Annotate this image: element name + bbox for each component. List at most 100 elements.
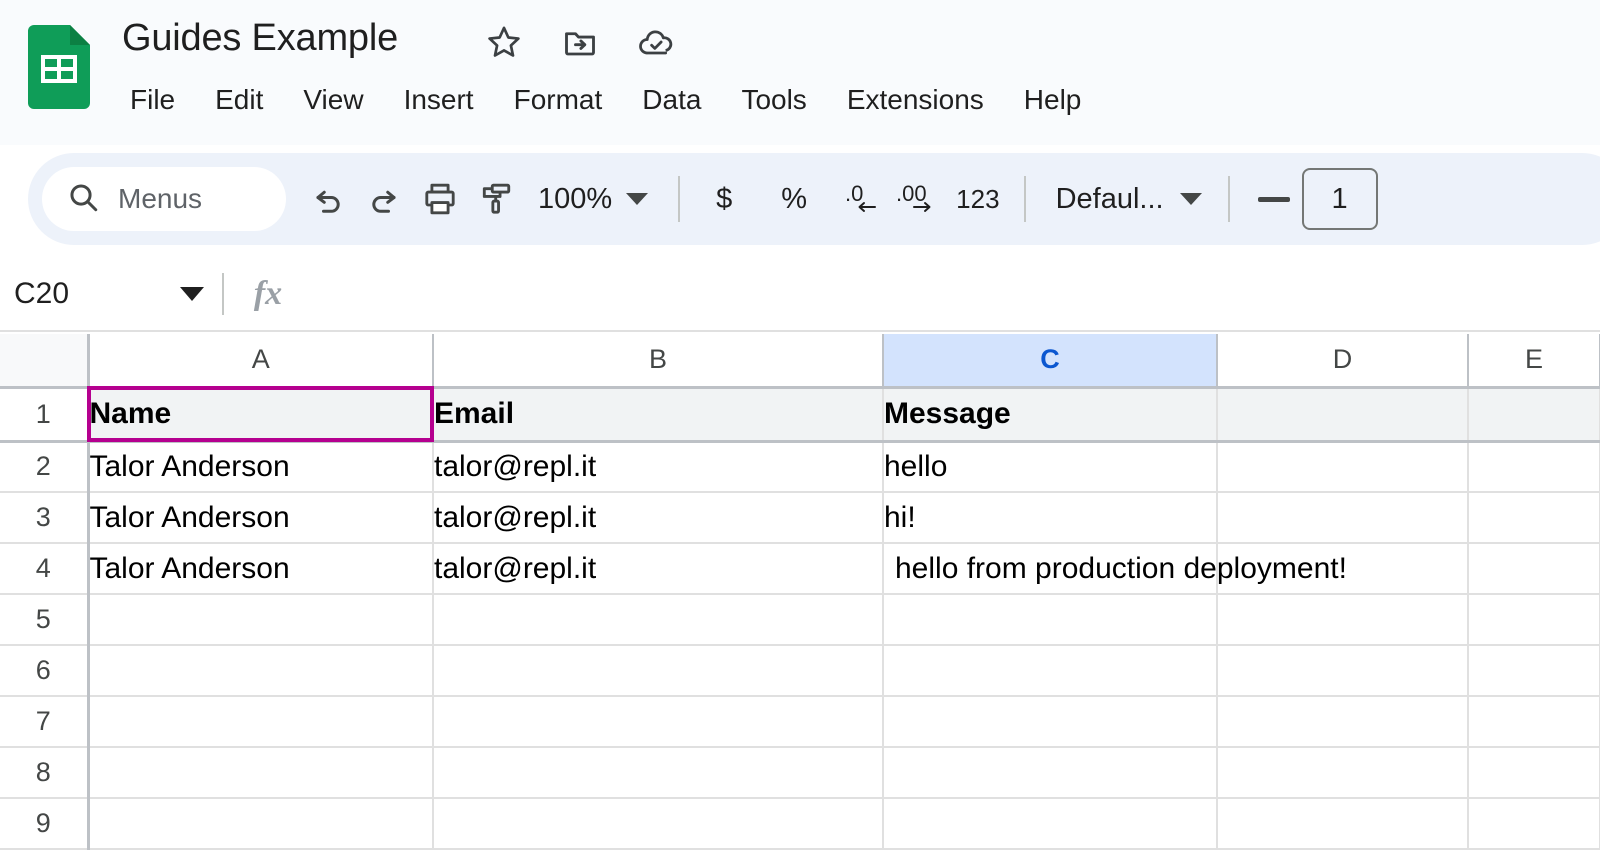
column-header-a[interactable]: A [88, 334, 433, 387]
paint-format-button[interactable] [468, 171, 524, 227]
cell-e7[interactable] [1468, 696, 1600, 747]
increase-decimal-button[interactable]: .00 [892, 171, 948, 227]
cell-d6[interactable] [1217, 645, 1468, 696]
document-title[interactable]: Guides Example [122, 12, 398, 64]
cell-e5[interactable] [1468, 594, 1600, 645]
menu-item-format[interactable]: Format [494, 78, 623, 122]
column-header-b[interactable]: B [433, 334, 883, 387]
cell-a9[interactable] [88, 798, 433, 849]
cell-d9[interactable] [1217, 798, 1468, 849]
cell-b5[interactable] [433, 594, 883, 645]
cell-b6[interactable] [433, 645, 883, 696]
cell-d2[interactable] [1217, 441, 1468, 492]
cell-a8[interactable] [88, 747, 433, 798]
row-header-7[interactable]: 7 [0, 696, 88, 747]
chevron-down-icon[interactable] [180, 287, 204, 301]
google-sheets-window: Guides Example [0, 0, 1600, 867]
decrease-font-size-button[interactable] [1246, 171, 1302, 227]
cell-a3[interactable]: Talor Anderson [88, 492, 433, 543]
row-header-9[interactable]: 9 [0, 798, 88, 849]
menu-item-help[interactable]: Help [1004, 78, 1102, 122]
cell-d7[interactable] [1217, 696, 1468, 747]
menu-search-placeholder: Menus [118, 184, 202, 214]
cell-e3[interactable] [1468, 492, 1600, 543]
cell-d5[interactable] [1217, 594, 1468, 645]
cell-b4[interactable]: talor@repl.it [433, 543, 883, 594]
select-all-corner[interactable] [0, 334, 88, 387]
cell-e1[interactable] [1468, 387, 1600, 441]
menu-item-view[interactable]: View [283, 78, 383, 122]
sheets-logo-icon[interactable] [28, 25, 90, 109]
row-header-2[interactable]: 2 [0, 441, 88, 492]
cell-c2[interactable]: hello [883, 441, 1217, 492]
cell-a1[interactable]: Name [88, 387, 433, 441]
cell-e6[interactable] [1468, 645, 1600, 696]
chevron-down-icon [1180, 193, 1202, 205]
cell-c5[interactable] [883, 594, 1217, 645]
cell-c9[interactable] [883, 798, 1217, 849]
svg-text:.00: .00 [896, 181, 927, 206]
cell-e8[interactable] [1468, 747, 1600, 798]
cell-e4[interactable] [1468, 543, 1600, 594]
cell-e9[interactable] [1468, 798, 1600, 849]
more-formats-button[interactable]: 123 [948, 171, 1007, 227]
column-header-e[interactable]: E [1468, 334, 1600, 387]
formula-input[interactable] [312, 258, 1600, 330]
app-header: Guides Example [0, 0, 1600, 145]
cell-a4[interactable]: Talor Anderson [88, 543, 433, 594]
table-row: 6 [0, 645, 1600, 696]
cell-b9[interactable] [433, 798, 883, 849]
cell-b3[interactable]: talor@repl.it [433, 492, 883, 543]
cell-b2[interactable]: talor@repl.it [433, 441, 883, 492]
cell-d1[interactable] [1217, 387, 1468, 441]
cell-c3[interactable]: hi! [883, 492, 1217, 543]
undo-button[interactable] [300, 171, 356, 227]
row-header-1[interactable]: 1 [0, 387, 88, 441]
row-header-8[interactable]: 8 [0, 747, 88, 798]
cell-e2[interactable] [1468, 441, 1600, 492]
star-icon[interactable] [482, 20, 526, 64]
print-button[interactable] [412, 171, 468, 227]
currency-format-button[interactable]: $ [696, 171, 752, 227]
menu-search-input[interactable]: Menus [42, 167, 286, 231]
font-size-input[interactable]: 1 [1302, 168, 1378, 230]
cell-c1[interactable]: Message [883, 387, 1217, 441]
move-to-folder-icon[interactable] [558, 20, 602, 64]
cell-c7[interactable] [883, 696, 1217, 747]
cell-d3[interactable] [1217, 492, 1468, 543]
decrease-decimal-button[interactable]: .0 [836, 171, 892, 227]
row-header-5[interactable]: 5 [0, 594, 88, 645]
menu-item-file[interactable]: File [118, 78, 195, 122]
name-box[interactable]: C20 [0, 258, 222, 330]
cell-b8[interactable] [433, 747, 883, 798]
menu-item-edit[interactable]: Edit [195, 78, 283, 122]
menu-item-data[interactable]: Data [622, 78, 721, 122]
cell-c6[interactable] [883, 645, 1217, 696]
font-family-control[interactable]: Defaul... [1042, 171, 1212, 227]
cell-b1[interactable]: Email [433, 387, 883, 441]
cell-b7[interactable] [433, 696, 883, 747]
cloud-saved-icon[interactable] [634, 20, 678, 64]
column-header-d[interactable]: D [1217, 334, 1468, 387]
menu-item-tools[interactable]: Tools [721, 78, 826, 122]
cell-c4[interactable]: hello from production deployment! [883, 543, 1217, 594]
cell-c8[interactable] [883, 747, 1217, 798]
cell-a7[interactable] [88, 696, 433, 747]
row-header-6[interactable]: 6 [0, 645, 88, 696]
column-header-c[interactable]: C [883, 334, 1217, 387]
row-header-4[interactable]: 4 [0, 543, 88, 594]
table-row: 7 [0, 696, 1600, 747]
zoom-control[interactable]: 100% [524, 171, 662, 227]
table-row: 8 [0, 747, 1600, 798]
redo-button[interactable] [356, 171, 412, 227]
cell-a6[interactable] [88, 645, 433, 696]
row-header-3[interactable]: 3 [0, 492, 88, 543]
menu-item-extensions[interactable]: Extensions [827, 78, 1004, 122]
cell-a5[interactable] [88, 594, 433, 645]
cell-a2[interactable]: Talor Anderson [88, 441, 433, 492]
title-action-icons [482, 20, 678, 64]
table-row: 9 [0, 798, 1600, 849]
menu-item-insert[interactable]: Insert [384, 78, 494, 122]
percent-format-button[interactable]: % [766, 171, 822, 227]
cell-d8[interactable] [1217, 747, 1468, 798]
